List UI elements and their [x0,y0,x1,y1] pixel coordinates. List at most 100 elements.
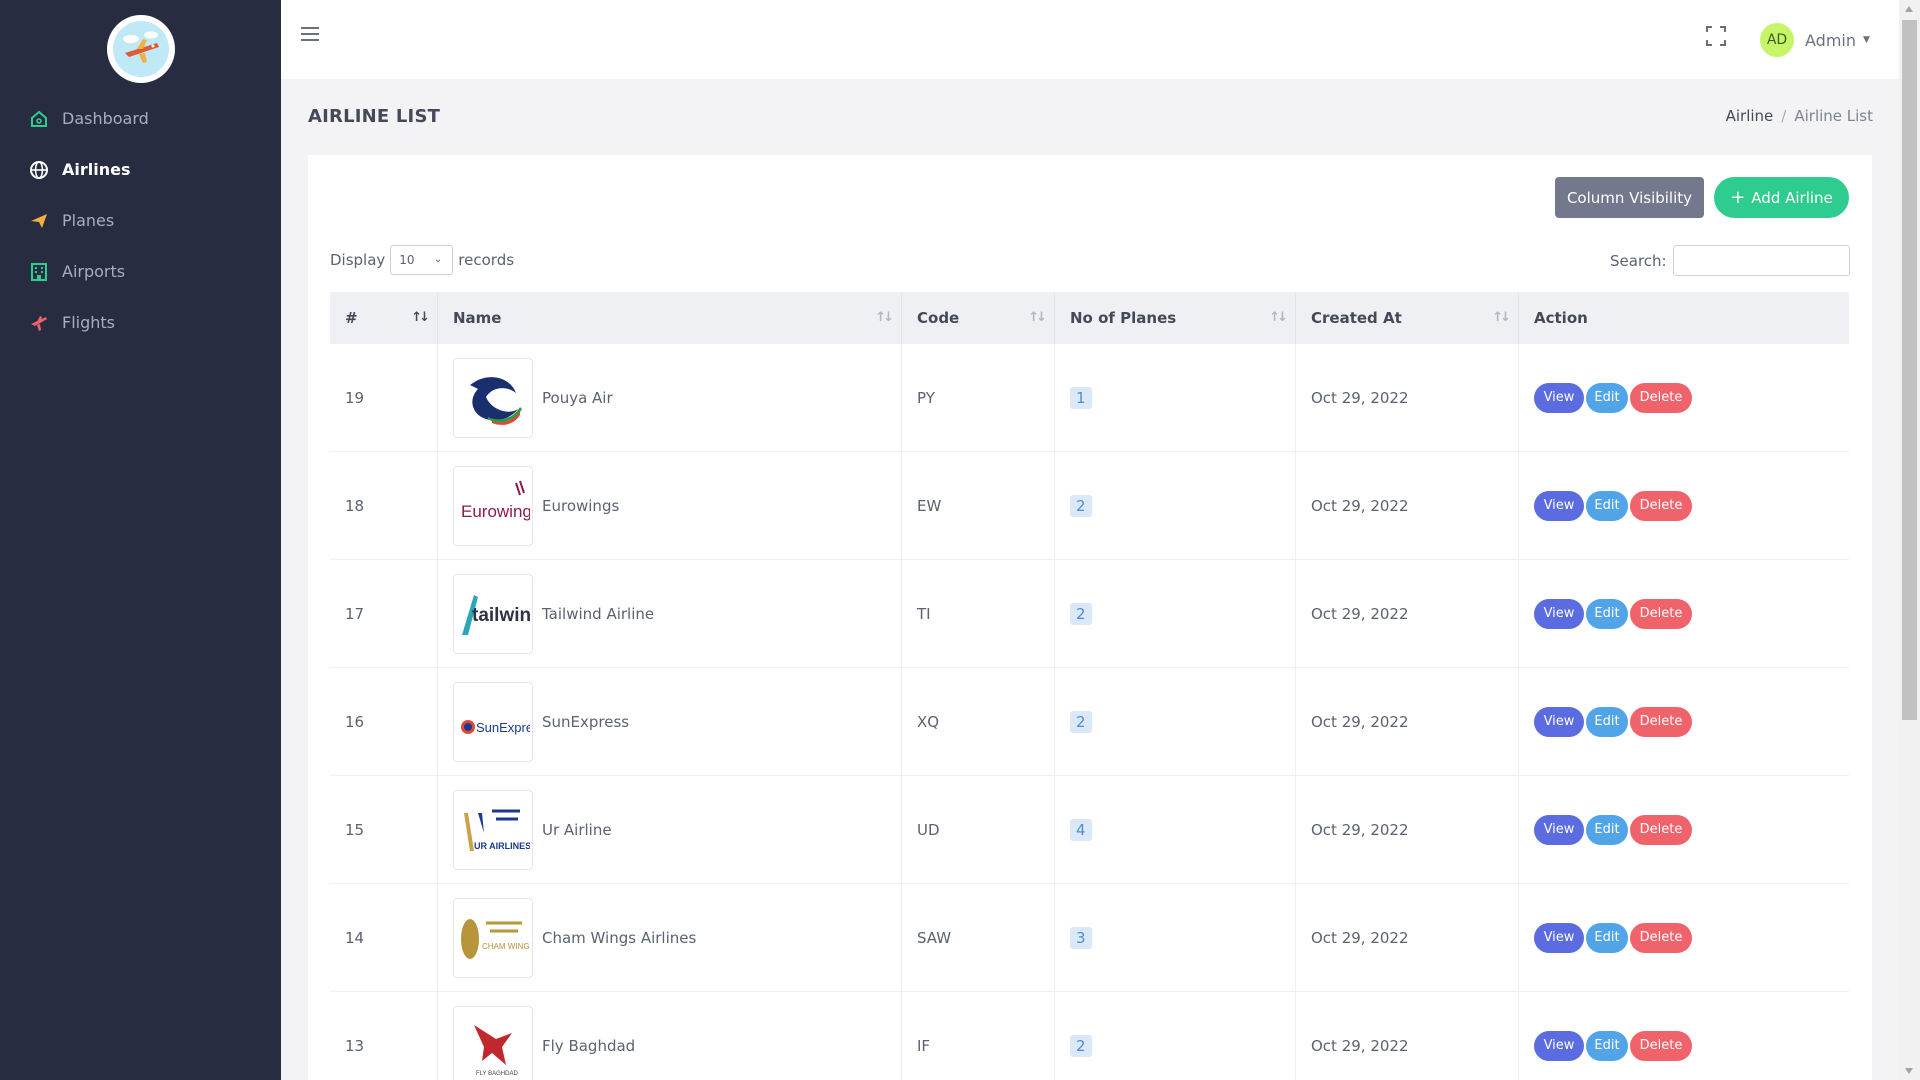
delete-button[interactable]: Delete [1630,598,1692,629]
cell-name: SunExpress SunExpress [438,668,902,775]
records-select-value: 10 [399,253,415,267]
scroll-thumb[interactable] [1902,20,1917,720]
col-header-planes[interactable]: No of Planes ↑↓ [1055,292,1296,344]
table-row: 18 Eurowings Eurowings EW 2 Oct 29, 2022… [330,452,1849,560]
col-header-id[interactable]: # ↑↓ [330,292,438,344]
cell-id: 16 [330,668,438,775]
edit-button[interactable]: Edit [1586,1030,1628,1061]
sidebar-item-planes[interactable]: Planes [0,195,281,246]
airline-logo: FLY BAGHDAD [453,1005,533,1080]
delete-button[interactable]: Delete [1630,922,1692,953]
sort-desc-icon: ↑↓ [411,310,430,325]
page-scrollbar[interactable] [1899,0,1920,1080]
airline-name: Fly Baghdad [542,1036,636,1055]
display-records: Display 10 ⌄ records [330,245,514,275]
airline-name: Eurowings [542,496,620,515]
sidebar-item-label: Airlines [62,160,131,179]
airline-name: Cham Wings Airlines [542,928,697,947]
view-button[interactable]: View [1534,922,1584,953]
table-row: 19 Pouya Air PY 1 Oct 29, 2022 View Edit… [330,344,1849,452]
sidebar-item-flights[interactable]: Flights [0,297,281,348]
fullscreen-icon[interactable] [1706,26,1726,46]
planes-badge: 2 [1070,494,1092,517]
logo-text: SunExpress [476,720,530,735]
view-button[interactable]: View [1534,814,1584,845]
column-visibility-button[interactable]: Column Visibility [1555,177,1704,218]
delete-button[interactable]: Delete [1630,382,1692,413]
sidebar-item-airlines[interactable]: Airlines [0,144,281,195]
airplane-icon [28,312,50,334]
planes-badge: 2 [1070,710,1092,733]
delete-button[interactable]: Delete [1630,1030,1692,1061]
edit-button[interactable]: Edit [1586,814,1628,845]
airline-logo: UR AIRLINES [453,789,533,870]
cell-name: Pouya Air [438,344,902,451]
cell-code: PY [902,344,1055,451]
search-input[interactable] [1672,245,1850,276]
view-button[interactable]: View [1534,490,1584,521]
logo-text: Eurowings [461,502,530,521]
sidebar-item-label: Dashboard [62,109,149,128]
delete-button[interactable]: Delete [1630,490,1692,521]
cell-id: 13 [330,992,438,1080]
records-label: records [458,251,515,269]
cell-created: Oct 29, 2022 [1296,884,1519,991]
building-icon [28,261,50,283]
add-airline-button[interactable]: + Add Airline [1714,177,1849,218]
cell-planes: 3 [1055,884,1296,991]
records-select[interactable]: 10 ⌄ [390,245,454,275]
scroll-down-icon[interactable] [1905,1068,1913,1074]
view-button[interactable]: View [1534,706,1584,737]
edit-button[interactable]: Edit [1586,598,1628,629]
sidebar-item-airports[interactable]: Airports [0,246,281,297]
cell-id: 14 [330,884,438,991]
sidebar: Dashboard Airlines Planes Airports Fligh… [0,0,281,1080]
cell-created: Oct 29, 2022 [1296,452,1519,559]
airline-name: SunExpress [542,712,630,731]
planes-badge: 2 [1070,1034,1092,1057]
delete-button[interactable]: Delete [1630,706,1692,737]
menu-toggle-icon[interactable] [301,27,319,43]
scroll-up-icon[interactable] [1905,6,1913,12]
col-header-action: Action [1534,309,1588,327]
planes-badge: 1 [1070,386,1092,409]
edit-button[interactable]: Edit [1586,382,1628,413]
airline-card: Column Visibility + Add Airline Display 1… [308,155,1872,1080]
cell-name: CHAM WINGS Cham Wings Airlines [438,884,902,991]
breadcrumb-airline[interactable]: Airline [1726,107,1774,125]
app-logo[interactable] [107,15,175,83]
airline-name: Pouya Air [542,388,613,407]
sidebar-item-dashboard[interactable]: Dashboard [0,93,281,144]
cell-actions: View Edit Delete [1519,668,1849,775]
edit-button[interactable]: Edit [1586,922,1628,953]
cell-created: Oct 29, 2022 [1296,560,1519,667]
delete-button[interactable]: Delete [1630,814,1692,845]
edit-button[interactable]: Edit [1586,706,1628,737]
sort-icon: ↑↓ [875,310,894,325]
col-header-created[interactable]: Created At ↑↓ [1296,292,1519,344]
sidebar-nav: Dashboard Airlines Planes Airports Fligh… [0,93,281,348]
cell-code: XQ [902,668,1055,775]
breadcrumb: Airline / Airline List [1726,107,1873,125]
col-header-code[interactable]: Code ↑↓ [902,292,1055,344]
cell-code: SAW [902,884,1055,991]
planes-badge: 2 [1070,602,1092,625]
view-button[interactable]: View [1534,382,1584,413]
cell-code: EW [902,452,1055,559]
sidebar-item-label: Airports [62,262,126,281]
view-button[interactable]: View [1534,1030,1584,1061]
cell-actions: View Edit Delete [1519,992,1849,1080]
table-header: # ↑↓ Name ↑↓ Code ↑↓ No of Planes ↑↓ Created… [330,292,1849,344]
view-button[interactable]: View [1534,598,1584,629]
home-icon [28,108,50,130]
airline-name: Ur Airline [542,820,612,839]
cell-id: 17 [330,560,438,667]
user-menu[interactable]: AD Admin ▼ [1760,23,1870,57]
sidebar-item-label: Planes [62,211,115,230]
edit-button[interactable]: Edit [1586,490,1628,521]
col-header-name[interactable]: Name ↑↓ [438,292,902,344]
cell-name: FLY BAGHDAD Fly Baghdad [438,992,902,1080]
avatar: AD [1760,23,1794,57]
airline-table: # ↑↓ Name ↑↓ Code ↑↓ No of Planes ↑↓ Created… [330,292,1849,1080]
airline-logo: CHAM WINGS [453,897,533,978]
